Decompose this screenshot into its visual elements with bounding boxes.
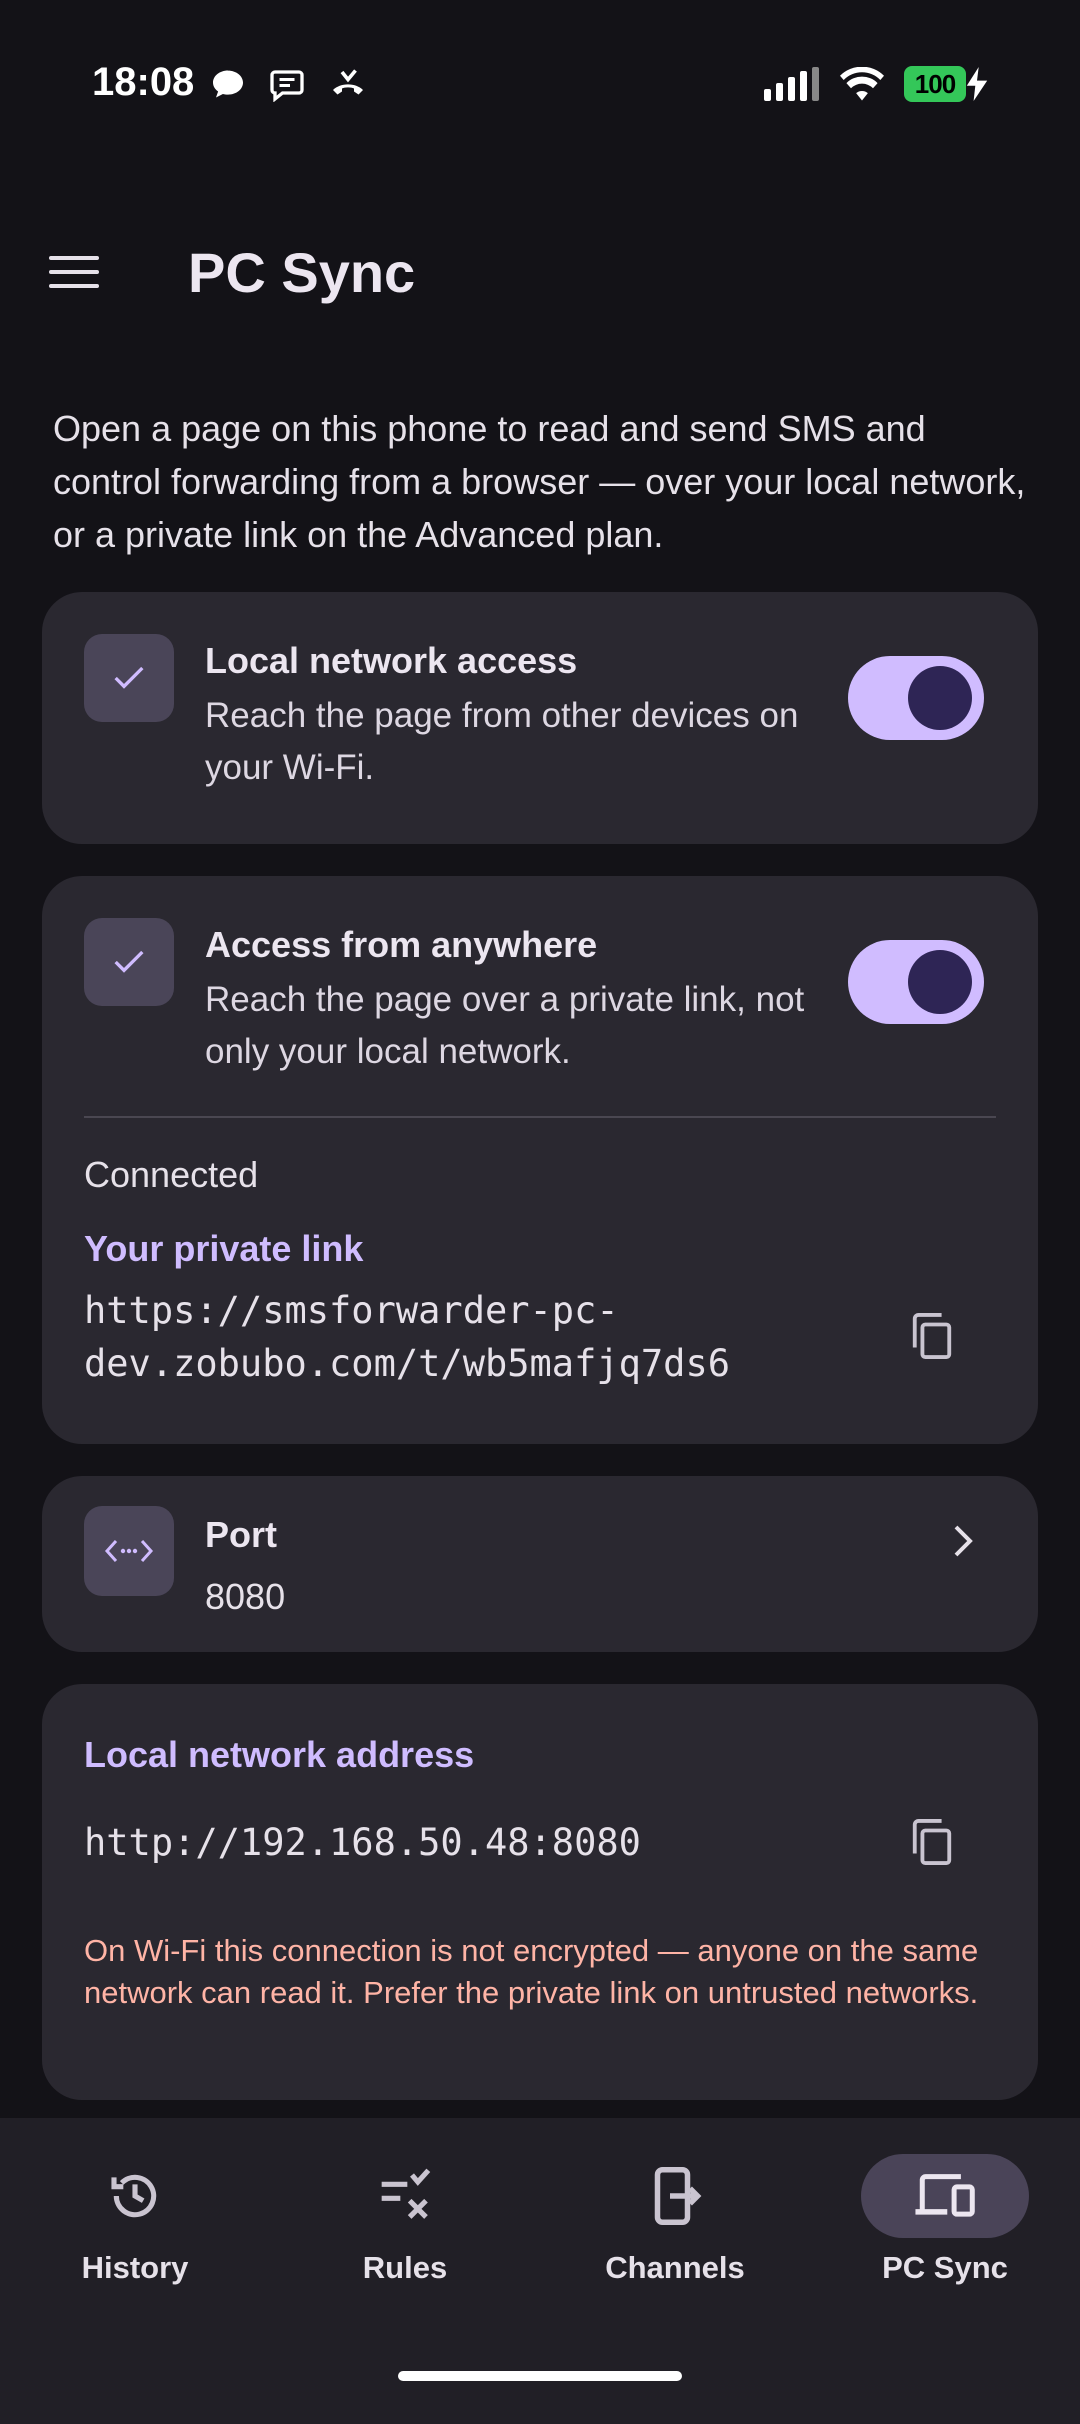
missed-call-icon <box>333 69 363 95</box>
check-icon <box>84 634 174 722</box>
system-icons: 100 <box>764 66 988 102</box>
port-label: Port <box>205 1514 277 1555</box>
rules-icon <box>321 2154 489 2238</box>
signal-icon <box>764 67 819 101</box>
port-card[interactable]: Port 8080 <box>42 1476 1038 1652</box>
nav-rules[interactable]: Rules <box>270 2154 540 2314</box>
private-link-line-1: https://smsforwarder-pc- <box>84 1289 619 1332</box>
divider <box>84 1116 996 1118</box>
status-time: 18:08 <box>92 60 195 104</box>
battery-level: 100 <box>904 66 966 102</box>
charging-icon <box>966 67 988 101</box>
local-network-description: Reach the page from other devices on you… <box>205 696 799 787</box>
home-indicator[interactable] <box>398 2371 682 2381</box>
copy-address-button[interactable] <box>892 1802 972 1882</box>
toggle-knob <box>908 666 972 730</box>
nav-pc-sync[interactable]: PC Sync <box>810 2154 1080 2314</box>
nav-channels[interactable]: Channels <box>540 2154 810 2314</box>
menu-icon <box>49 256 99 288</box>
battery-icon: 100 <box>904 66 988 102</box>
connection-status: Connected <box>84 1154 259 1195</box>
chevron-right-icon <box>938 1516 988 1566</box>
local-address-label: Local network address <box>84 1734 475 1775</box>
local-address-value[interactable]: http://192.168.50.48:8080 <box>84 1816 641 1869</box>
anywhere-access-title: Access from anywhere <box>205 924 598 965</box>
nav-history[interactable]: History <box>0 2154 270 2314</box>
status-bar: 18:08 100 <box>0 0 1080 180</box>
check-icon <box>84 918 174 1006</box>
app-bar: PC Sync <box>0 220 1080 320</box>
copy-link-button[interactable] <box>892 1296 972 1376</box>
security-warning: On Wi-Fi this connection is not encrypte… <box>84 1933 979 2010</box>
code-icon <box>84 1506 174 1596</box>
anywhere-access-toggle[interactable] <box>848 940 984 1024</box>
toggle-knob <box>908 950 972 1014</box>
menu-button[interactable] <box>42 244 106 300</box>
local-network-title: Local network access <box>205 640 578 681</box>
page-title: PC Sync <box>188 241 416 304</box>
history-icon <box>51 2154 219 2238</box>
local-network-card: Local network access Reach the page from… <box>42 592 1038 844</box>
nav-label-pc-sync: PC Sync <box>882 2250 1008 2285</box>
nav-label-channels: Channels <box>605 2250 745 2285</box>
private-link-label: Your private link <box>84 1228 364 1269</box>
anywhere-access-card: Access from anywhere Reach the page over… <box>42 876 1038 1444</box>
wifi-icon <box>840 67 884 101</box>
message-icon <box>270 70 304 102</box>
local-network-toggle[interactable] <box>848 656 984 740</box>
pc-sync-icon <box>861 2154 1029 2238</box>
local-address-card: Local network address http://192.168.50.… <box>42 1684 1038 2100</box>
port-value: 8080 <box>205 1576 286 1617</box>
nav-label-rules: Rules <box>362 2250 448 2285</box>
private-link-line-2: dev.zobubo.com/t/wb5mafjq7ds6 <box>84 1342 731 1385</box>
copy-icon <box>912 1819 952 1865</box>
notification-icons <box>210 66 368 102</box>
chat-bubble-icon <box>213 70 243 98</box>
anywhere-access-description: Reach the page over a private link, not … <box>205 980 805 1071</box>
intro-text: Open a page on this phone to read and se… <box>53 408 1026 555</box>
copy-icon <box>912 1313 952 1359</box>
channels-icon <box>591 2154 759 2238</box>
nav-label-history: History <box>81 2250 189 2285</box>
private-link-value[interactable]: https://smsforwarder-pc- dev.zobubo.com/… <box>84 1284 730 1390</box>
